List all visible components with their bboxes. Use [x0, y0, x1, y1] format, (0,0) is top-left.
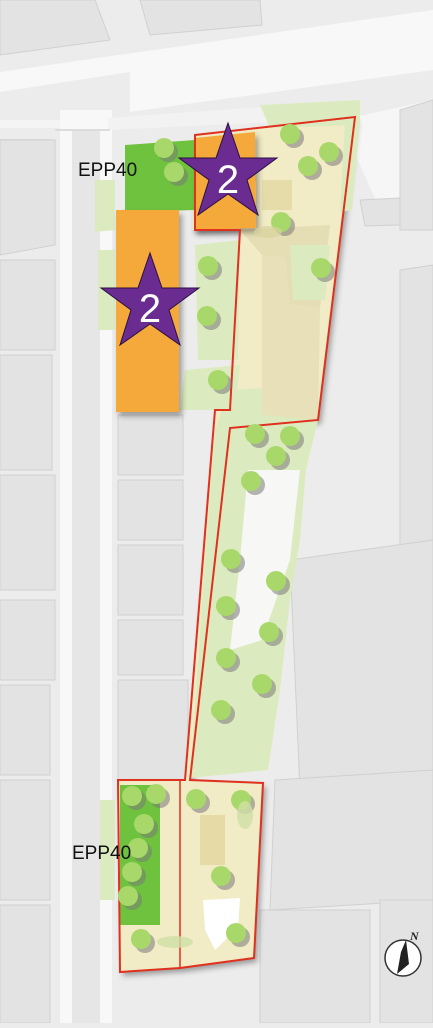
site-plan-map: 2 2 N EPP40 EPP40 [0, 0, 433, 1024]
compass-north-label: N [409, 929, 420, 943]
epp-label-top: EPP40 [78, 160, 138, 181]
site-plan-svg: 2 2 N [0, 0, 433, 1024]
star-top-number: 2 [217, 158, 239, 202]
epp-label-bottom: EPP40 [72, 843, 132, 864]
star-left-number: 2 [139, 287, 161, 331]
